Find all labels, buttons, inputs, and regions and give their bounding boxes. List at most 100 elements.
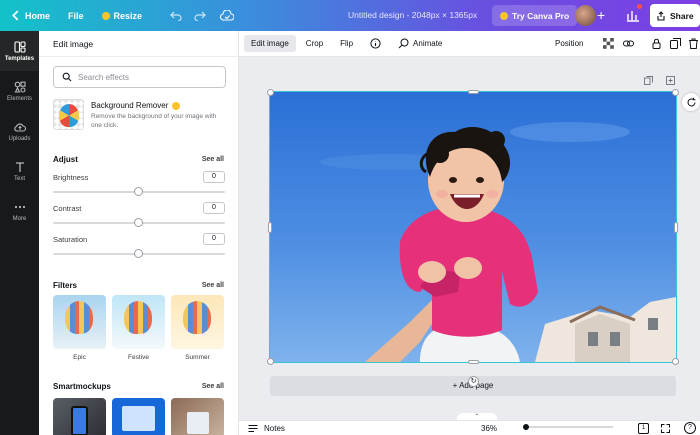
resize-handle-bottom-right[interactable]: [672, 358, 679, 365]
balloon-icon: [65, 301, 93, 334]
info-button[interactable]: [363, 34, 388, 53]
mockup-card-thumbnail[interactable]: [171, 398, 224, 435]
help-button[interactable]: ?: [684, 422, 696, 434]
rail-label: Uploads: [8, 135, 31, 142]
filters-see-all-link[interactable]: See all: [202, 282, 224, 289]
notification-dot: [637, 4, 642, 9]
smartmockups-heading: Smartmockups: [53, 382, 111, 391]
zoom-level: 36%: [481, 424, 498, 433]
adjust-see-all-link[interactable]: See all: [202, 156, 224, 163]
background-remover-title: Background Remover: [91, 101, 181, 110]
duplicate-icon[interactable]: [670, 38, 681, 49]
edit-image-button[interactable]: Edit image: [244, 35, 296, 52]
baby-photo-illustration: [320, 122, 676, 362]
resize-handle-bottom[interactable]: [468, 360, 479, 364]
page-count-button[interactable]: 1: [638, 423, 649, 434]
top-bar: Home File Resize Untitled design - 2048p…: [0, 0, 700, 31]
try-pro-label: Try Canva Pro: [512, 10, 570, 21]
notes-button[interactable]: Notes: [264, 424, 285, 433]
brightness-value-field[interactable]: 0: [203, 171, 225, 183]
animate-button[interactable]: Animate: [391, 34, 449, 53]
cloud-check-icon: [220, 10, 235, 21]
fullscreen-icon[interactable]: [661, 424, 670, 433]
saturation-label: Saturation: [53, 235, 88, 244]
flip-button[interactable]: Flip: [333, 35, 360, 52]
balloon-icon: [59, 104, 79, 127]
zoom-slider-knob[interactable]: [523, 424, 529, 430]
background-remover-item[interactable]: Background Remover Remove the background…: [53, 99, 233, 133]
filter-festive-thumbnail[interactable]: [112, 295, 165, 349]
link-icon[interactable]: [623, 38, 634, 49]
rail-label: Templates: [4, 55, 35, 62]
rail-item-templates[interactable]: Templates: [0, 31, 39, 71]
filter-epic-thumbnail[interactable]: [53, 295, 106, 349]
filter-epic-label: Epic: [73, 354, 86, 361]
position-button[interactable]: Position: [555, 39, 583, 48]
flip-label: Flip: [340, 39, 354, 48]
filter-summer-thumbnail[interactable]: [171, 295, 224, 349]
home-label: Home: [25, 10, 51, 21]
text-icon: [15, 161, 24, 172]
adjust-heading: Adjust: [53, 155, 78, 164]
resize-handle-top-left[interactable]: [267, 89, 274, 96]
filters-heading: Filters: [53, 281, 78, 290]
cloud-sync-button[interactable]: [220, 10, 235, 21]
crop-button[interactable]: Crop: [299, 35, 330, 52]
crown-icon: [172, 101, 181, 110]
file-label: File: [68, 10, 84, 21]
saturation-value-field[interactable]: 0: [203, 233, 225, 245]
animate-label: Animate: [413, 39, 443, 48]
mockup-phone-thumbnail[interactable]: [53, 398, 106, 435]
resize-handle-top-right[interactable]: [672, 89, 679, 96]
search-effects-input[interactable]: [78, 72, 218, 82]
copy-page-icon[interactable]: [644, 76, 653, 85]
resize-handle-left[interactable]: [268, 222, 272, 233]
chevron-left-icon: [12, 10, 19, 21]
resize-handle-top[interactable]: [468, 90, 479, 94]
bottom-bar: Notes 36% 1 ?: [239, 420, 700, 435]
resize-button[interactable]: Resize: [101, 11, 142, 21]
zoom-slider[interactable]: [523, 424, 613, 430]
rotate-handle[interactable]: ↻: [468, 376, 479, 387]
avatar[interactable]: [575, 5, 596, 26]
add-page-icon[interactable]: [666, 76, 675, 85]
lock-icon[interactable]: [651, 38, 662, 49]
rail-item-uploads[interactable]: Uploads: [0, 111, 39, 151]
mockup-laptop-thumbnail[interactable]: [112, 398, 165, 435]
rail-label: Elements: [6, 95, 32, 102]
try-canva-pro-button[interactable]: Try Canva Pro: [492, 5, 578, 26]
saturation-slider[interactable]: [53, 249, 225, 258]
share-button[interactable]: Share: [650, 4, 700, 27]
share-icon: [657, 10, 665, 21]
contrast-slider[interactable]: [53, 218, 225, 227]
search-effects-box[interactable]: [53, 66, 226, 88]
redo-button[interactable]: [194, 11, 206, 21]
edit-image-label: Edit image: [251, 39, 289, 48]
slider-knob[interactable]: [134, 249, 143, 258]
comment-button[interactable]: [682, 93, 700, 111]
rail-item-text[interactable]: Text: [0, 151, 39, 191]
add-collaborator-button[interactable]: +: [597, 7, 605, 23]
smartmockups-see-all-link[interactable]: See all: [202, 383, 224, 390]
rail-item-more[interactable]: More: [0, 191, 39, 231]
search-icon: [62, 72, 72, 82]
undo-button[interactable]: [170, 11, 182, 21]
resize-handle-bottom-left[interactable]: [267, 358, 274, 365]
design-title[interactable]: Untitled design - 2048px × 1365px: [348, 10, 477, 20]
slider-knob[interactable]: [134, 187, 143, 196]
rail-item-elements[interactable]: Elements: [0, 71, 39, 111]
resize-handle-right[interactable]: [674, 222, 678, 233]
templates-icon: [13, 40, 26, 53]
brightness-label: Brightness: [53, 173, 89, 182]
slider-knob[interactable]: [134, 218, 143, 227]
home-button[interactable]: Home: [10, 10, 50, 21]
card-mockup: [187, 412, 209, 434]
info-icon: [370, 38, 381, 49]
baby-photo[interactable]: [269, 91, 677, 363]
brightness-slider[interactable]: [53, 187, 225, 196]
contrast-value-field[interactable]: 0: [203, 202, 225, 214]
transparency-icon[interactable]: [603, 38, 614, 49]
edit-image-panel: Edit image Background Remover Remove the…: [39, 31, 239, 435]
trash-icon[interactable]: [688, 38, 699, 49]
file-menu-button[interactable]: File: [68, 11, 84, 21]
